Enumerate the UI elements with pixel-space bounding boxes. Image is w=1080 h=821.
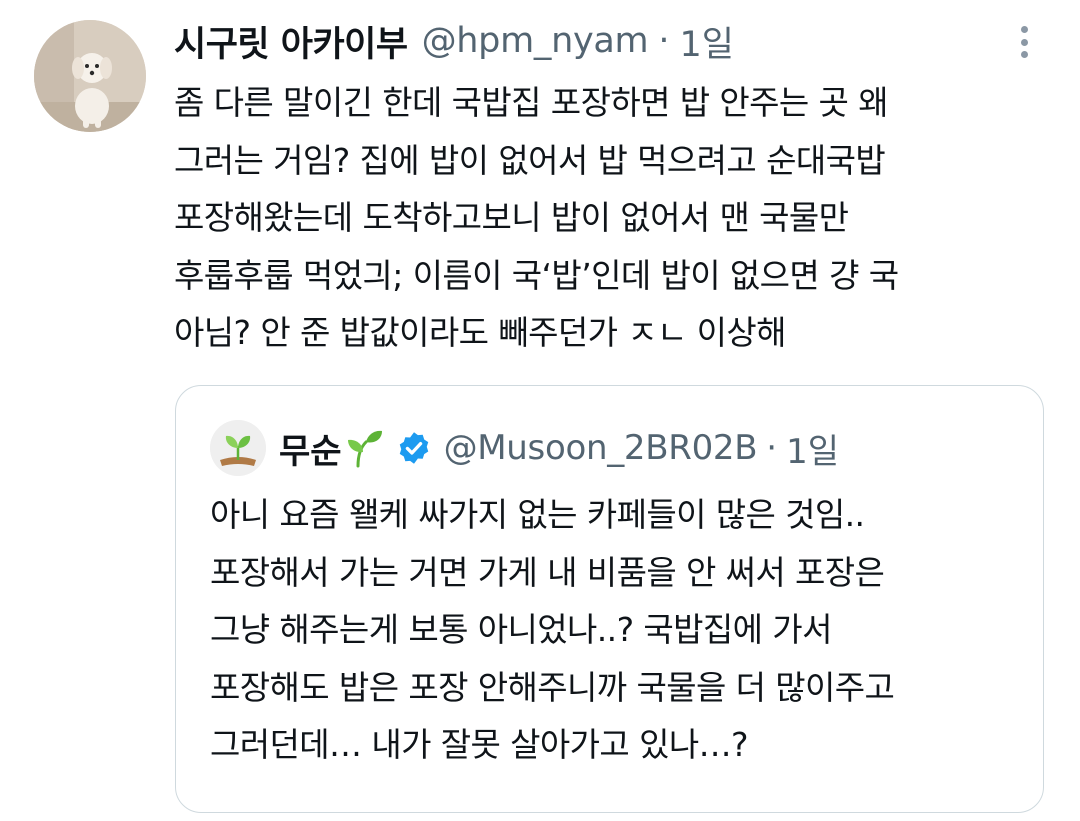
tweet-text-line: 그러는 거임? 집에 밥이 없어서 밥 먹으려고 순대국밥	[174, 140, 886, 180]
quoted-text-line: 포장해도 밥은 포장 안해주니까 국물을 더 많이주고	[210, 667, 895, 707]
more-vertical-icon[interactable]	[1008, 22, 1040, 62]
seedling-avatar-icon	[210, 420, 266, 476]
author-handle[interactable]: @hpm_nyam	[422, 21, 649, 61]
tweet-text-line: 후룹후룹 먹었긔; 이름이 국‘밥’인데 밥이 없으면 걍 국	[174, 255, 899, 295]
quoted-author-handle[interactable]: @Musoon_2BR02B	[444, 428, 758, 468]
quoted-tweet-card[interactable]: 무순 @Musoon_2BR02B · 1일 아니 요즘 왤케 싸가지 없는 카…	[175, 385, 1044, 813]
author-display-name[interactable]: 시구릿 아카이부	[174, 16, 408, 67]
quoted-tweet-timestamp[interactable]: 1일	[786, 424, 839, 473]
quoted-header-separator: ·	[766, 428, 778, 468]
verified-badge-icon	[396, 430, 432, 466]
more-dot	[1020, 38, 1028, 46]
more-dot	[1020, 51, 1028, 58]
tweet-header: 시구릿 아카이부 @hpm_nyam · 1일	[174, 14, 734, 68]
quoted-author-avatar[interactable]	[210, 420, 266, 476]
quoted-author-display-name[interactable]: 무순	[279, 424, 342, 473]
tweet-text-line: 포장해왔는데 도착하고보니 밥이 없어서 맨 국물만	[174, 198, 849, 237]
author-avatar[interactable]	[34, 20, 146, 132]
tweet-text-line: 아님? 안 준 밥값이라도 빼주던가 ㅈㄴ 이상해	[174, 313, 787, 352]
quoted-text-line: 아니 요즘 왤케 싸가지 없는 카페들이 많은 것임..	[210, 495, 865, 534]
seedling-icon	[344, 428, 384, 468]
quoted-text-line: 포장해서 가는 거면 가게 내 비품을 안 써서 포장은	[210, 552, 885, 592]
tweet-text: 좀 다른 말이긴 한데 국밥집 포장하면 밥 안주는 곳 왜 그러는 거임? 집…	[174, 74, 1024, 362]
tweet-timestamp[interactable]: 1일	[679, 16, 733, 67]
quoted-tweet-header: 무순 @Musoon_2BR02B · 1일	[279, 422, 839, 474]
dog-photo-avatar	[34, 20, 146, 132]
tweet-text-line: 좀 다른 말이긴 한데 국밥집 포장하면 밥 안주는 곳 왜	[174, 83, 889, 122]
more-dot	[1020, 26, 1028, 33]
quoted-text-line: 그냥 해주는게 보통 아니었나..? 국밥집에 가서	[210, 610, 832, 649]
quoted-tweet-text: 아니 요즘 왤케 싸가지 없는 카페들이 많은 것임.. 포장해서 가는 거면 …	[210, 486, 1030, 774]
header-separator: ·	[658, 21, 670, 61]
quoted-text-line: 그러던데… 내가 잘못 살아가고 있나…?	[210, 725, 749, 764]
tweet[interactable]: 시구릿 아카이부 @hpm_nyam · 1일 좀 다른 말이긴 한데 국밥집 …	[0, 0, 1080, 821]
